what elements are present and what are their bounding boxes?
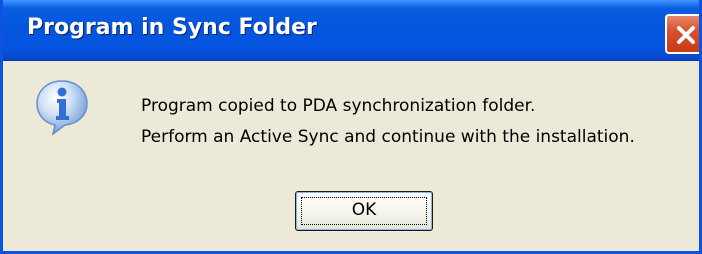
ok-button-label: OK <box>351 200 377 220</box>
message-line-2: Perform an Active Sync and continue with… <box>141 127 635 147</box>
message-line-1: Program copied to PDA synchronization fo… <box>141 96 536 116</box>
ok-button[interactable]: OK <box>295 191 433 231</box>
dialog-body: Program copied to PDA synchronization fo… <box>3 61 699 251</box>
dialog-title: Program in Sync Folder <box>27 15 317 40</box>
info-icon <box>36 80 88 136</box>
title-bar[interactable]: Program in Sync Folder <box>3 0 699 61</box>
close-button[interactable] <box>665 14 699 54</box>
dialog-window: Program in Sync Folder Program copied to… <box>0 0 702 254</box>
close-icon <box>677 26 695 44</box>
